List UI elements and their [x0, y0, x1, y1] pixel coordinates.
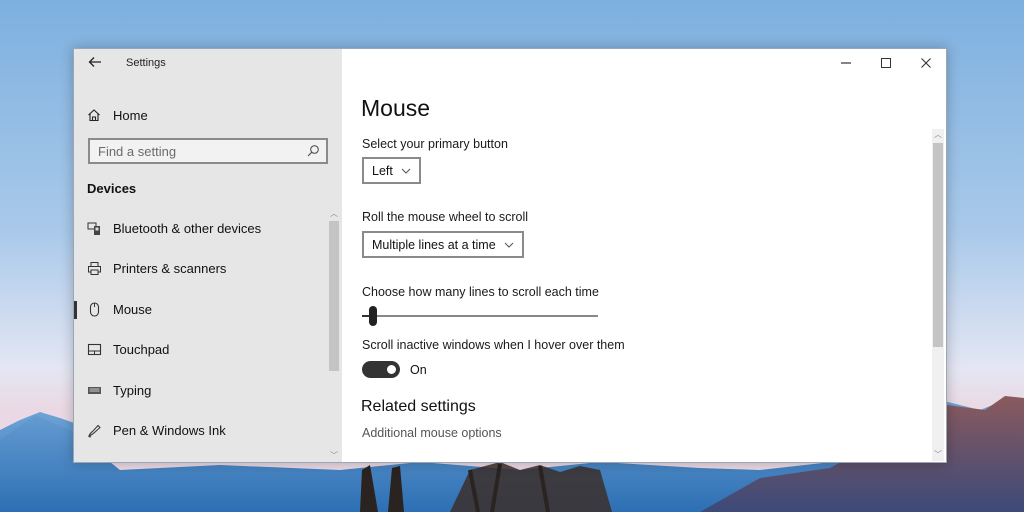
- wheel-scroll-dropdown[interactable]: Multiple lines at a time: [362, 231, 524, 258]
- pen-icon: [86, 423, 102, 439]
- settings-window: Settings Home Devices Bluetooth & other …: [73, 48, 947, 463]
- inactive-scroll-setting: On: [362, 361, 427, 378]
- bluetooth-devices-icon: [86, 220, 102, 236]
- title-bar: Settings: [74, 49, 342, 79]
- primary-button-dropdown[interactable]: Left: [362, 157, 421, 184]
- search-icon[interactable]: [306, 144, 320, 158]
- wheel-scroll-label: Roll the mouse wheel to scroll: [362, 210, 529, 224]
- search-input[interactable]: [90, 140, 300, 162]
- slider-thumb[interactable]: [369, 306, 377, 326]
- sidebar: Settings Home Devices Bluetooth & other …: [74, 49, 342, 462]
- back-button[interactable]: [86, 55, 104, 73]
- chevron-down-icon: [401, 168, 411, 174]
- lines-scroll-slider[interactable]: [362, 306, 598, 326]
- printer-icon: [86, 261, 102, 277]
- scrollbar-thumb[interactable]: [933, 143, 943, 347]
- dropdown-value: Multiple lines at a time: [372, 237, 496, 252]
- lines-scroll-label: Choose how many lines to scroll each tim…: [362, 285, 599, 299]
- sidebar-item-label: Printers & scanners: [113, 261, 227, 277]
- maximize-icon: [881, 58, 891, 68]
- sidebar-item-typing[interactable]: Typing: [74, 370, 329, 411]
- close-button[interactable]: [906, 49, 946, 77]
- section-title: Devices: [87, 181, 137, 196]
- sidebar-item-label: Touchpad: [113, 342, 170, 358]
- sidebar-item-mouse[interactable]: Mouse: [74, 289, 329, 330]
- sidebar-item-label: Pen & Windows Ink: [113, 423, 226, 439]
- additional-mouse-options-link[interactable]: Additional mouse options: [362, 426, 502, 440]
- scroll-up-icon[interactable]: ︿: [932, 129, 944, 141]
- sidebar-scrollbar[interactable]: ︿ ﹀: [328, 209, 340, 461]
- sidebar-item-home[interactable]: Home: [86, 103, 148, 127]
- scrollbar-thumb[interactable]: [329, 221, 339, 371]
- scroll-up-icon[interactable]: ︿: [328, 209, 340, 219]
- sidebar-nav: Bluetooth & other devices Printers & sca…: [74, 208, 329, 451]
- minimize-button[interactable]: [826, 49, 866, 77]
- close-icon: [921, 58, 931, 68]
- dropdown-value: Left: [372, 163, 393, 178]
- toggle-state-label: On: [410, 362, 427, 377]
- main-scrollbar[interactable]: ︿ ﹀: [932, 129, 944, 461]
- maximize-button[interactable]: [866, 49, 906, 77]
- minimize-icon: [841, 62, 851, 64]
- mouse-icon: [86, 301, 102, 317]
- sidebar-item-touchpad[interactable]: Touchpad: [74, 330, 329, 371]
- scroll-down-icon[interactable]: ﹀: [932, 449, 944, 461]
- sidebar-item-label: Mouse: [113, 301, 153, 317]
- chevron-down-icon: [504, 242, 514, 248]
- search-box[interactable]: [88, 138, 328, 164]
- slider-track: [362, 315, 598, 317]
- related-settings-title: Related settings: [361, 398, 476, 415]
- toggle-knob: [387, 365, 396, 374]
- arrow-left-icon: [88, 57, 101, 67]
- touchpad-icon: [86, 342, 102, 358]
- sidebar-item-label: Home: [113, 107, 148, 123]
- scroll-down-icon[interactable]: ﹀: [328, 451, 340, 461]
- sidebar-item-printers[interactable]: Printers & scanners: [74, 249, 329, 290]
- caption-buttons: [826, 49, 946, 77]
- primary-button-label: Select your primary button: [362, 137, 508, 151]
- sidebar-item-label: Bluetooth & other devices: [113, 220, 262, 236]
- home-icon: [86, 107, 102, 123]
- sidebar-item-label: Typing: [113, 382, 152, 398]
- sidebar-item-bluetooth[interactable]: Bluetooth & other devices: [74, 208, 329, 249]
- page-title: Mouse: [361, 95, 431, 121]
- sidebar-item-pen[interactable]: Pen & Windows Ink: [74, 411, 329, 452]
- inactive-scroll-toggle[interactable]: [362, 361, 400, 378]
- keyboard-icon: [86, 382, 102, 398]
- inactive-scroll-label: Scroll inactive windows when I hover ove…: [362, 338, 625, 352]
- app-title: Settings: [126, 57, 166, 69]
- main-content: Mouse Select your primary button Left Ro…: [342, 49, 946, 462]
